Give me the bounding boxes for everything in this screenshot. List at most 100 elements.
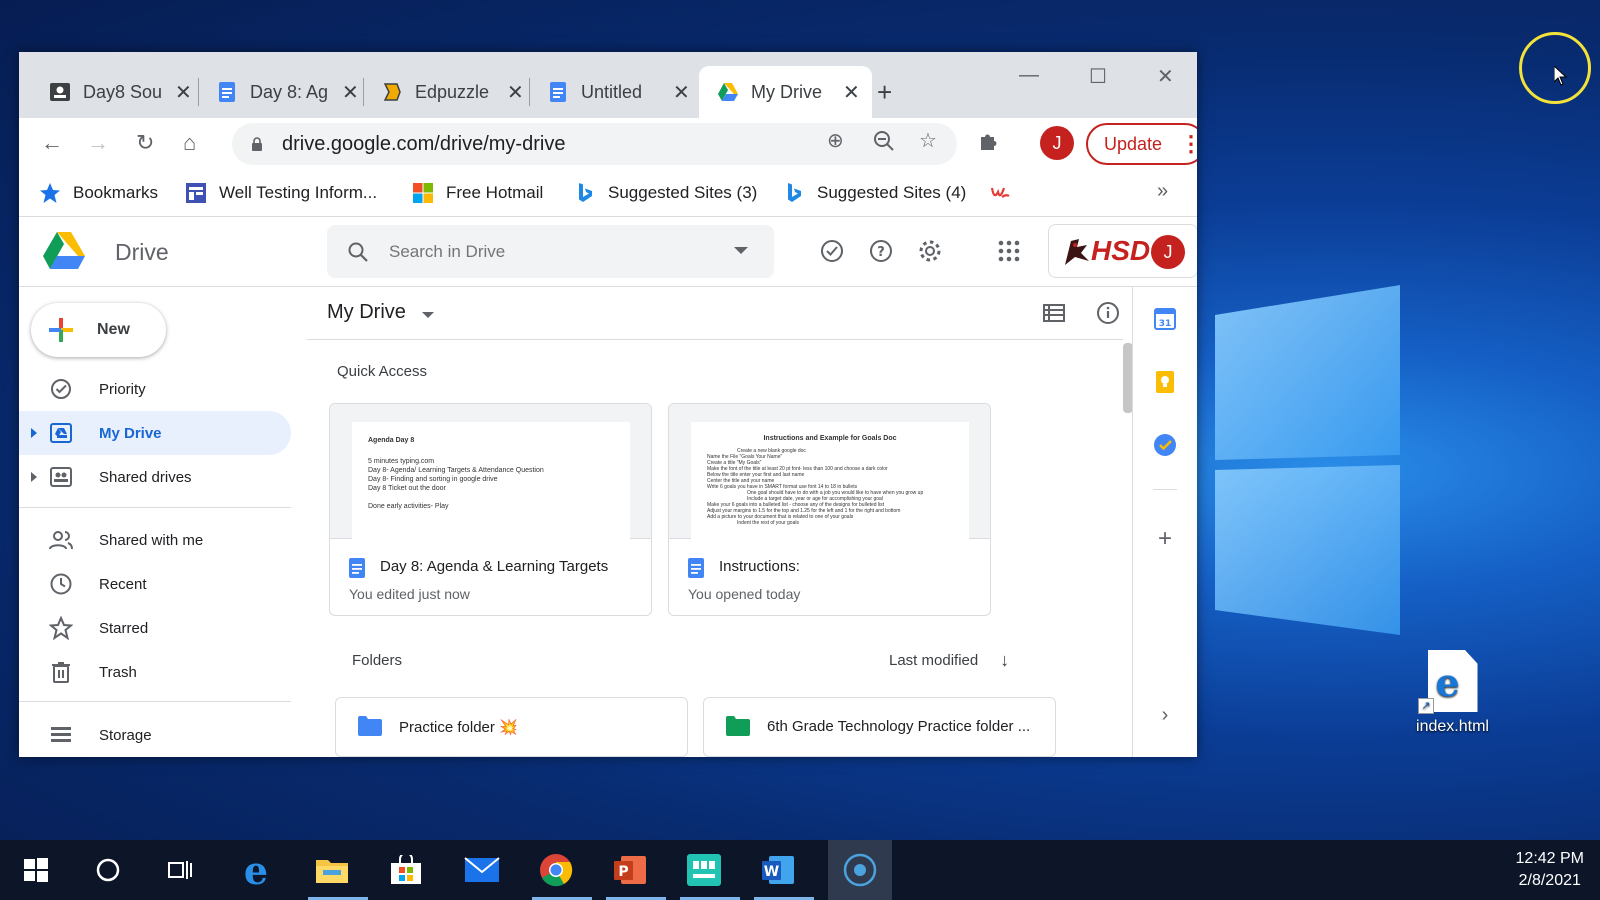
- sidebar-item-shared-drives[interactable]: Shared drives: [19, 455, 291, 499]
- apps-grid-icon[interactable]: [996, 238, 1022, 264]
- info-icon[interactable]: [1096, 301, 1120, 325]
- tab-edpuzzle[interactable]: Edpuzzle ✕: [361, 66, 536, 118]
- start-button[interactable]: [12, 850, 60, 890]
- folder-card[interactable]: 6th Grade Technology Practice folder ...: [703, 697, 1056, 757]
- mail-icon: [464, 857, 500, 882]
- taskbar-edge[interactable]: e: [232, 848, 280, 893]
- close-icon[interactable]: ✕: [507, 80, 524, 105]
- taskbar-word[interactable]: W: [754, 850, 814, 900]
- tab-my-drive[interactable]: My Drive ✕: [699, 66, 872, 118]
- bookmarks-bar: Bookmarks Well Testing Inform... Free Ho…: [19, 170, 1197, 217]
- update-button[interactable]: Update ⋮: [1086, 123, 1197, 165]
- taskbar-store[interactable]: [382, 850, 430, 890]
- search-options-chevron-icon[interactable]: [734, 247, 748, 254]
- account-avatar[interactable]: J: [1151, 235, 1185, 269]
- expand-arrow-icon[interactable]: [31, 472, 37, 482]
- bookmark-bookmarks[interactable]: Bookmarks: [39, 182, 158, 204]
- storage-icon: [51, 727, 71, 742]
- my-drive-dropdown-chevron-icon[interactable]: [422, 312, 434, 318]
- bing-icon: [579, 183, 592, 202]
- sidebar-item-my-drive[interactable]: My Drive: [19, 411, 291, 455]
- drive-header: Drive ? HSD J: [19, 217, 1197, 287]
- bookmark-suggested-sites-4[interactable]: Suggested Sites (4): [783, 182, 966, 204]
- home-icon[interactable]: ⌂: [183, 130, 196, 156]
- preview-title: Instructions and Example for Goals Doc: [763, 435, 897, 442]
- search-icon[interactable]: [347, 241, 369, 263]
- quick-access-card[interactable]: Agenda Day 8 5 minutes typing.com Day 8-…: [329, 403, 652, 616]
- add-addon-plus-icon[interactable]: +: [1153, 527, 1177, 551]
- account-switcher[interactable]: HSD J: [1048, 224, 1197, 278]
- sort-label: Last modified: [889, 652, 979, 669]
- sidebar-item-shared-with-me[interactable]: Shared with me: [19, 518, 291, 562]
- close-icon[interactable]: ✕: [342, 80, 359, 105]
- folder-card[interactable]: Practice folder 💥: [335, 697, 688, 757]
- close-icon[interactable]: ✕: [843, 80, 860, 105]
- bookmark-label: Suggested Sites (4): [817, 183, 967, 202]
- extensions-puzzle-icon[interactable]: [977, 131, 999, 153]
- file-title: Instructions:: [719, 558, 800, 575]
- taskbar-studio-app[interactable]: [680, 850, 740, 900]
- sidebar-item-storage[interactable]: Storage: [19, 713, 291, 757]
- my-drive-title[interactable]: My Drive: [327, 301, 406, 324]
- close-icon[interactable]: ✕: [175, 80, 192, 105]
- tasks-icon[interactable]: [1153, 433, 1177, 457]
- window-close-button[interactable]: ✕: [1157, 64, 1174, 89]
- expand-arrow-icon[interactable]: [31, 428, 37, 438]
- zoom-out-icon[interactable]: [873, 130, 895, 152]
- tab-day8-agenda[interactable]: Day 8: Ag ✕: [196, 66, 371, 118]
- docs-icon: [219, 82, 235, 102]
- ready-for-offline-icon[interactable]: [819, 238, 845, 264]
- microsoft-icon: [413, 183, 433, 203]
- sidebar-item-starred[interactable]: Starred: [19, 606, 291, 650]
- sort-direction-arrow-icon[interactable]: ↓: [1000, 650, 1009, 671]
- new-button[interactable]: New: [31, 303, 166, 357]
- forms-icon: [186, 183, 206, 203]
- tab-untitled[interactable]: Untitled ✕: [527, 66, 702, 118]
- bookmark-suggested-sites-3[interactable]: Suggested Sites (3): [574, 182, 757, 204]
- keep-icon[interactable]: [1153, 370, 1177, 394]
- sidebar-item-recent[interactable]: Recent: [19, 562, 291, 606]
- taskbar-file-explorer[interactable]: [308, 850, 368, 900]
- search-input[interactable]: [389, 241, 729, 262]
- list-view-icon[interactable]: [1042, 301, 1066, 325]
- sidebar-item-trash[interactable]: Trash: [19, 650, 291, 694]
- quick-access-card[interactable]: Instructions and Example for Goals Doc C…: [668, 403, 991, 616]
- search-box[interactable]: [327, 225, 774, 278]
- expand-panel-chevron-icon[interactable]: ›: [1153, 703, 1177, 727]
- bookmark-well-testing[interactable]: Well Testing Inform...: [185, 182, 377, 204]
- clock-icon: [50, 573, 72, 595]
- taskbar-recorder[interactable]: [828, 840, 892, 900]
- drive-main-content: My Drive Quick Access Agenda Day 8 5 min…: [307, 287, 1123, 757]
- sidebar-item-priority[interactable]: Priority: [19, 367, 291, 411]
- google-drive-logo-icon[interactable]: [43, 232, 85, 270]
- settings-gear-icon[interactable]: [917, 238, 943, 264]
- address-bar[interactable]: drive.google.com/drive/my-drive: [232, 123, 957, 165]
- tab-day8-source[interactable]: Day8 Sou ✕: [29, 66, 204, 118]
- desktop-icon-index-html[interactable]: e ↗ index.html: [1400, 650, 1505, 736]
- task-view-button[interactable]: [156, 850, 204, 890]
- maximize-button[interactable]: ☐: [1089, 64, 1107, 89]
- bookmark-star-icon[interactable]: ☆: [919, 128, 937, 153]
- help-icon[interactable]: ?: [868, 238, 894, 264]
- back-arrow-icon[interactable]: ←: [41, 130, 63, 156]
- forward-arrow-icon[interactable]: →: [87, 130, 109, 156]
- drive-title[interactable]: Drive: [115, 239, 169, 266]
- bookmark-unnamed[interactable]: [989, 182, 1023, 204]
- sort-control[interactable]: Last modified ↓: [889, 650, 1009, 671]
- close-icon[interactable]: ✕: [673, 80, 690, 105]
- kebab-menu-icon[interactable]: ⋮: [1180, 131, 1197, 157]
- bookmark-free-hotmail[interactable]: Free Hotmail: [412, 182, 543, 204]
- windows-taskbar: e P W 12:42 PM 2/8/2021: [0, 840, 1600, 900]
- calendar-icon[interactable]: 31: [1153, 307, 1177, 331]
- minimize-button[interactable]: —: [1019, 64, 1039, 87]
- taskbar-chrome[interactable]: [532, 850, 592, 900]
- search-cortana-button[interactable]: [84, 850, 132, 890]
- system-clock[interactable]: 12:42 PM 2/8/2021: [1516, 848, 1584, 892]
- install-app-icon[interactable]: ⊕: [827, 128, 844, 153]
- reload-icon[interactable]: ↻: [136, 130, 154, 156]
- chrome-profile-avatar[interactable]: J: [1040, 126, 1074, 160]
- taskbar-powerpoint[interactable]: P: [606, 850, 666, 900]
- new-tab-button[interactable]: +: [877, 77, 892, 108]
- bookmarks-overflow-chevron[interactable]: »: [1157, 180, 1168, 203]
- taskbar-mail[interactable]: [458, 850, 506, 890]
